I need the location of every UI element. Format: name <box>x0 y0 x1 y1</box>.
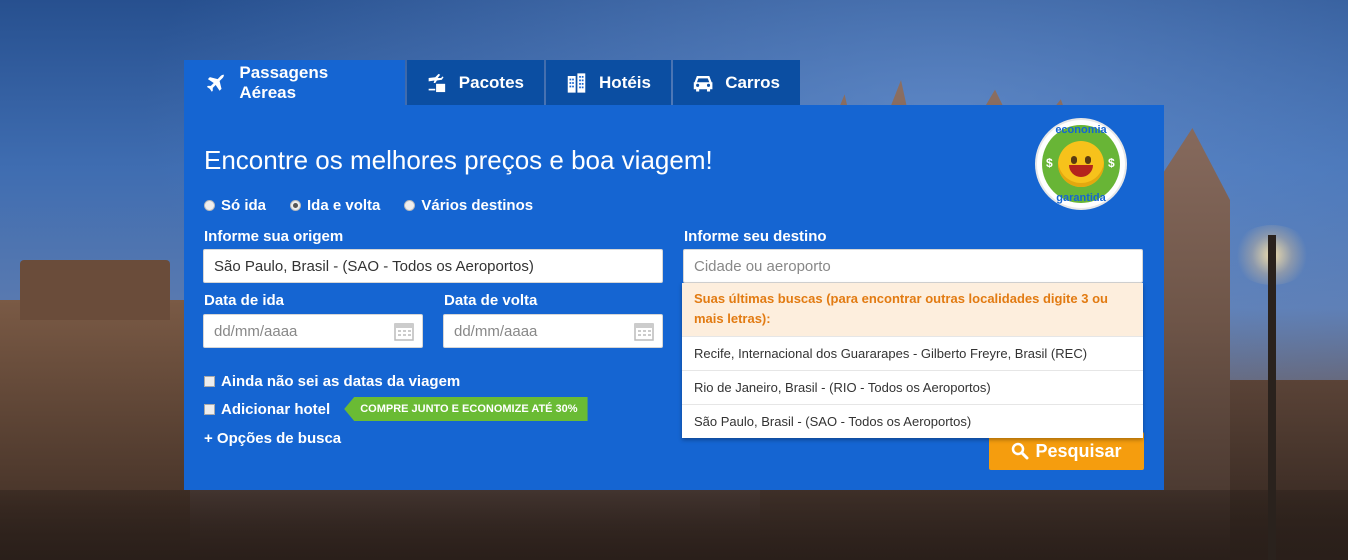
tab-hotels[interactable]: Hotéis <box>546 60 671 105</box>
trip-type-options: Só ida Ida e volta Vários destinos <box>204 197 533 214</box>
tab-label: Passagens Aéreas <box>239 62 329 102</box>
list-item[interactable]: São Paulo, Brasil - (SAO - Todos os Aero… <box>682 404 1143 438</box>
no-dates-checkbox[interactable]: Ainda não sei as datas da viagem <box>204 373 460 390</box>
search-options-link[interactable]: + Opções de busca <box>204 430 341 447</box>
radio-icon <box>204 200 215 211</box>
package-icon <box>428 73 446 92</box>
checkbox-icon <box>204 376 215 387</box>
list-item[interactable]: Rio de Janeiro, Brasil - (RIO - Todos os… <box>682 370 1143 404</box>
hotel-icon <box>567 72 586 93</box>
smiley-icon <box>1058 141 1104 187</box>
tab-cars[interactable]: Carros <box>673 60 800 105</box>
tab-label: Pacotes <box>458 72 524 92</box>
origin-label: Informe sua origem <box>204 228 344 245</box>
return-date-label: Data de volta <box>444 292 538 309</box>
add-hotel-checkbox[interactable]: Adicionar hotel COMPRE JUNTO E ECONOMIZE… <box>204 397 588 421</box>
destination-input[interactable] <box>683 249 1143 283</box>
calendar-icon[interactable] <box>634 321 654 341</box>
tab-label: Carros <box>725 72 780 92</box>
promo-tag: COMPRE JUNTO E ECONOMIZE ATÉ 30% <box>344 397 588 421</box>
search-icon <box>1012 442 1029 460</box>
page-title: Encontre os melhores preços e boa viagem… <box>204 145 713 175</box>
dropdown-header: Suas últimas buscas (para encontrar outr… <box>682 283 1143 336</box>
radio-multi-city[interactable]: Vários destinos <box>404 197 533 214</box>
radio-one-way[interactable]: Só ida <box>204 197 266 214</box>
tab-label: Hotéis <box>599 72 651 92</box>
tab-flights[interactable]: Passagens Aéreas <box>184 60 405 105</box>
recent-searches-dropdown: Suas últimas buscas (para encontrar outr… <box>682 283 1143 438</box>
badge-bottom-text: garantida <box>1056 192 1106 204</box>
street-lamp <box>1268 235 1276 560</box>
radio-icon <box>404 200 416 211</box>
calendar-icon[interactable] <box>394 321 414 341</box>
product-tabs: Passagens Aéreas Pacotes Hotéis Carros <box>184 60 802 105</box>
destination-label: Informe seu destino <box>684 228 827 245</box>
tab-packages[interactable]: Pacotes <box>407 60 544 105</box>
airplane-icon <box>206 73 225 92</box>
dollar-icon: $ <box>1046 156 1053 170</box>
badge-top-text: economia <box>1055 124 1107 136</box>
radio-selected-icon <box>290 200 302 211</box>
car-icon <box>693 75 713 92</box>
return-date-input[interactable] <box>443 314 663 348</box>
origin-input[interactable] <box>203 249 663 283</box>
depart-date-label: Data de ida <box>204 292 285 309</box>
checkbox-icon <box>204 403 215 415</box>
dollar-icon: $ <box>1108 156 1115 170</box>
background-ground <box>0 490 1348 560</box>
depart-date-input[interactable] <box>203 314 423 348</box>
savings-guarantee-badge: $ $ economia garantida <box>1037 120 1125 208</box>
list-item[interactable]: Recife, Internacional dos Guararapes - G… <box>682 336 1143 370</box>
radio-round-trip[interactable]: Ida e volta <box>290 197 380 214</box>
